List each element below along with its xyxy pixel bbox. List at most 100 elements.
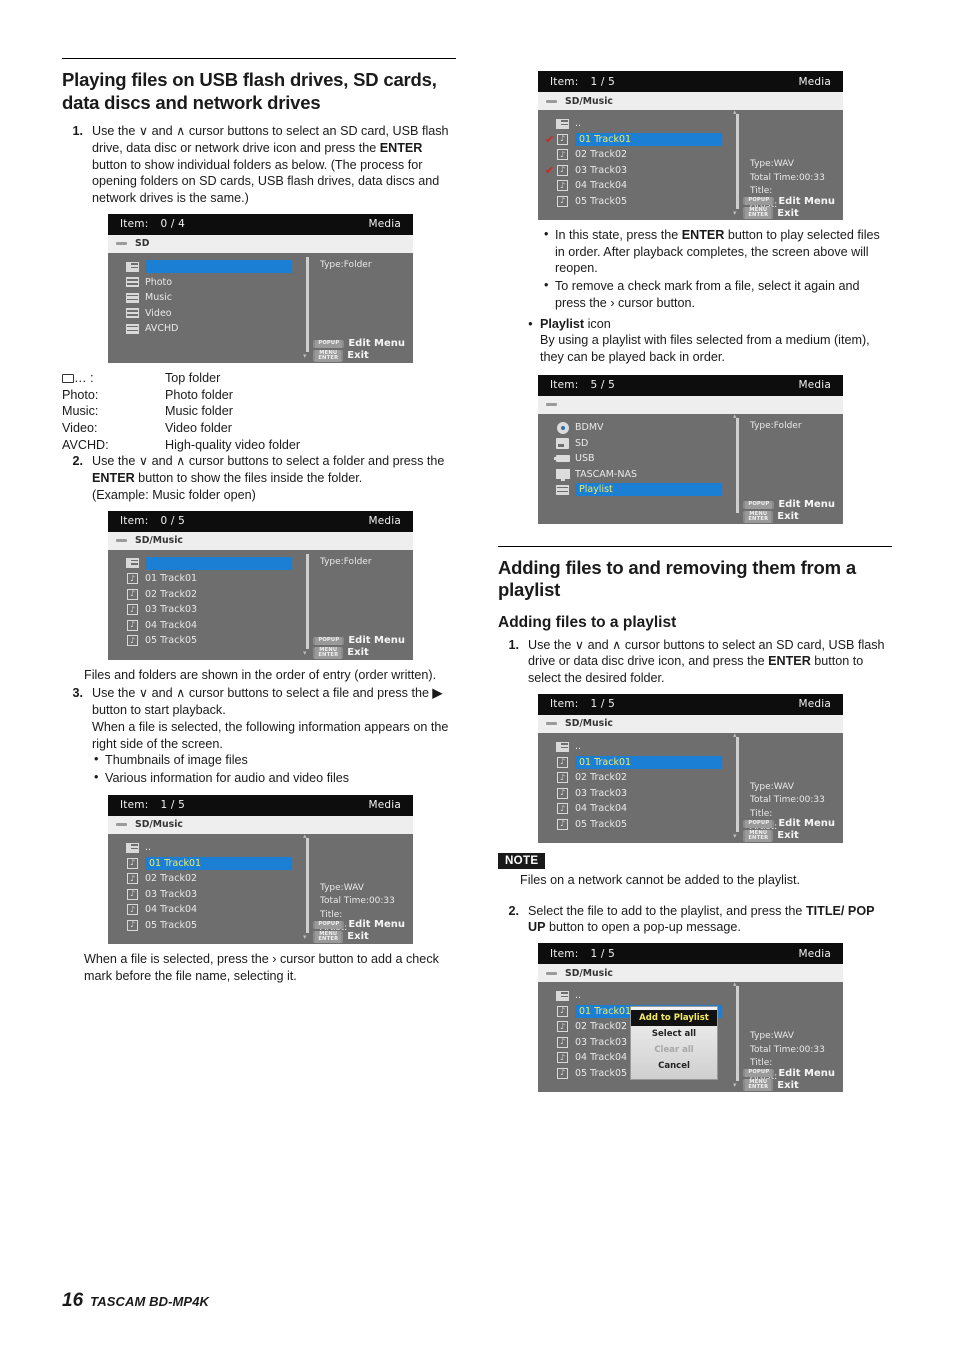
list-item[interactable]: ♪ 05 Track05 [538, 816, 726, 832]
footer-exit[interactable]: MENU ENTER Exit [313, 349, 405, 362]
list-item[interactable]: .. [108, 259, 296, 275]
list-item[interactable]: ♪ 03 Track03 [108, 886, 296, 902]
footer-edit-menu[interactable]: POPUP Edit Menu [313, 338, 405, 350]
music-icon: ♪ [555, 1021, 570, 1033]
list-item[interactable]: ♪ 02 Track02 [108, 587, 296, 603]
file-list[interactable]: .. Photo Music Video AVCHD [108, 259, 296, 337]
info-panel: Type:Folder [320, 259, 372, 273]
list-item[interactable]: TASCAM-NAS [538, 466, 726, 482]
list-item[interactable]: ♪ 03 Track03 [538, 785, 726, 801]
list-item[interactable]: ✔ ♪ 01 Track01 [538, 132, 726, 148]
list-item[interactable]: USB [538, 451, 726, 467]
list-item[interactable]: .. [108, 840, 296, 856]
step-text: Use the ∨ and ∧ cursor buttons to select… [528, 637, 890, 687]
scroll-up-arrow-icon[interactable]: ▴ [733, 108, 737, 116]
play-button-icon: ▶ [432, 686, 443, 701]
list-item[interactable]: BDMV [538, 420, 726, 436]
popup-item-cancel[interactable]: Cancel [631, 1058, 717, 1074]
list-item[interactable]: .. [538, 116, 726, 132]
list-item[interactable]: AVCHD [108, 321, 296, 337]
cursor-up-icon: ∧ [176, 454, 186, 469]
scroll-down-arrow-icon[interactable]: ▾ [733, 1081, 737, 1089]
list-item[interactable]: Music [108, 290, 296, 306]
scroll-down-arrow-icon[interactable]: ▾ [733, 209, 737, 217]
list-item[interactable]: SD [538, 435, 726, 451]
footer-edit-menu[interactable]: POPUP Edit Menu [313, 919, 405, 931]
list-item[interactable]: ♪ 02 Track02 [538, 147, 726, 163]
footer-edit-menu[interactable]: POPUP Edit Menu [313, 635, 405, 647]
section-heading-adding-files: Adding files to and removing them from a… [498, 556, 856, 601]
list-item[interactable]: .. [538, 988, 726, 1004]
list-item-label: 04 Track04 [145, 619, 198, 631]
list-item[interactable]: ♪ 04 Track04 [108, 902, 296, 918]
list-item[interactable]: Photo [108, 274, 296, 290]
footer-exit[interactable]: MENU ENTER Exit [743, 829, 835, 842]
folder-up-icon [555, 741, 570, 752]
footer-edit-menu[interactable]: POPUP Edit Menu [743, 499, 835, 511]
footer-exit[interactable]: MENU ENTER Exit [313, 930, 405, 943]
scrollbar[interactable] [736, 736, 739, 832]
list-item[interactable]: ✔ ♪ 03 Track03 [538, 163, 726, 179]
music-icon: ♪ [125, 919, 140, 931]
scrollbar[interactable] [736, 417, 739, 513]
step-number: 2. [72, 454, 83, 469]
footer-edit-menu[interactable]: POPUP Edit Menu [743, 818, 835, 830]
scrollbar[interactable] [736, 114, 739, 209]
list-item-label: Video [145, 307, 172, 319]
footer-exit[interactable]: MENU ENTER Exit [743, 207, 835, 219]
footer-exit[interactable]: MENU ENTER Exit [743, 1079, 835, 1091]
footer-edit-menu[interactable]: POPUP Edit Menu [743, 195, 835, 207]
list-item[interactable]: ♪ 01 Track01 [108, 855, 296, 871]
legend-row: Video: Video folder [62, 420, 454, 437]
list-item[interactable]: Video [108, 305, 296, 321]
scroll-down-arrow-icon[interactable]: ▾ [303, 649, 307, 657]
scrollbar[interactable] [306, 837, 309, 933]
scrollbar[interactable] [306, 256, 309, 352]
scrollbar[interactable] [736, 986, 739, 1081]
list-item[interactable]: .. [108, 556, 296, 572]
item-label: Item: [550, 947, 579, 960]
screen-path-bar: SD/Music [108, 815, 413, 834]
scroll-down-arrow-icon[interactable]: ▾ [303, 933, 307, 941]
scroll-down-arrow-icon[interactable]: ▾ [733, 832, 737, 840]
list-item[interactable]: ♪ 05 Track05 [538, 194, 726, 210]
list-item[interactable]: ♪ 02 Track02 [108, 871, 296, 887]
info-type: Type:WAV [750, 1031, 794, 1041]
folder-up-icon [125, 261, 140, 272]
file-list[interactable]: .. ♪ 01 Track01 ♪ 02 Track02 ♪ 03 Track03 ♪… [108, 840, 296, 933]
scrollbar[interactable] [306, 553, 309, 649]
music-icon: ♪ [125, 604, 140, 616]
list-item[interactable]: ♪ 05 Track05 [108, 633, 296, 649]
list-item[interactable]: ♪ 04 Track04 [538, 178, 726, 194]
list-item[interactable]: ♪ 03 Track03 [108, 602, 296, 618]
manual-page: Playing files on USB flash drives, SD ca… [0, 0, 954, 1350]
list-item[interactable]: ♪ 05 Track05 [108, 917, 296, 933]
list-item[interactable]: Playlist [538, 482, 726, 498]
popup-menu[interactable]: Add to Playlist Select all Clear all Can… [630, 1006, 718, 1080]
list-item[interactable]: ♪ 01 Track01 [108, 571, 296, 587]
order-note: Files and folders are shown in the order… [84, 667, 437, 682]
file-list[interactable]: .. ♪ 01 Track01 ♪ 02 Track02 ♪ 03 Track03 ♪… [108, 556, 296, 649]
footer-exit[interactable]: MENU ENTER Exit [313, 646, 405, 659]
file-list[interactable]: BDMV SD USB TASCAM-NAS Playlist [538, 420, 726, 498]
list-item[interactable]: ♪ 04 Track04 [108, 618, 296, 634]
file-list[interactable]: .. ♪ 01 Track01 ♪ 02 Track02 ♪ 03 Track03 ♪… [538, 739, 726, 832]
footer-label: Edit Menu [778, 195, 835, 207]
footer-exit[interactable]: MENU ENTER Exit [743, 510, 835, 523]
scroll-up-arrow-icon[interactable]: ▴ [733, 731, 737, 739]
file-list[interactable]: .. ✔ ♪ 01 Track01 ♪ 02 Track02 ✔ ♪ 03 Track03… [538, 116, 726, 209]
list-item[interactable]: ♪ 04 Track04 [538, 801, 726, 817]
scroll-down-arrow-icon[interactable]: ▾ [303, 352, 307, 360]
scroll-up-arrow-icon[interactable]: ▴ [733, 412, 737, 420]
list-item[interactable]: ♪ 02 Track02 [538, 770, 726, 786]
note-badge: NOTE [498, 852, 546, 869]
screen-path-bar: SD/Music [538, 714, 843, 733]
scroll-up-arrow-icon[interactable]: ▴ [733, 980, 737, 988]
footer-edit-menu[interactable]: POPUP Edit Menu [743, 1067, 835, 1079]
list-item-label: 01 Track01 [575, 132, 722, 146]
list-item[interactable]: .. [538, 739, 726, 755]
list-item[interactable]: ♪ 01 Track01 [538, 754, 726, 770]
scroll-up-arrow-icon[interactable]: ▴ [303, 832, 307, 840]
popup-item-select-all[interactable]: Select all [631, 1026, 717, 1042]
popup-item-add-to-playlist[interactable]: Add to Playlist [631, 1010, 717, 1026]
